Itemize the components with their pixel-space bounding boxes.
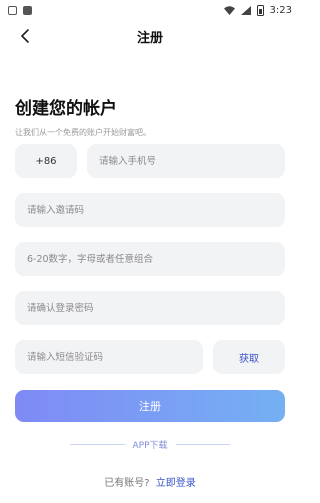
- invite-field-wrap: [15, 193, 285, 227]
- confirm-password-input[interactable]: [15, 291, 285, 325]
- divider-right: [175, 444, 231, 445]
- chevron-left-icon: [21, 29, 29, 43]
- password-row: [15, 242, 285, 276]
- login-prompt-row: 已有账号? 立即登录: [0, 474, 300, 489]
- status-bar: 3:23: [0, 0, 300, 20]
- register-button-label: 注册: [139, 400, 161, 413]
- invite-code-input[interactable]: [15, 193, 285, 227]
- get-code-label: 获取: [239, 353, 259, 365]
- phone-row: +86: [15, 144, 285, 178]
- country-code-label: +86: [35, 155, 57, 167]
- app-download-row: APP下载: [70, 438, 231, 451]
- status-time: 3:23: [269, 4, 292, 16]
- battery-icon: [256, 4, 264, 16]
- app-download-link[interactable]: APP下载: [133, 438, 168, 451]
- wifi-icon: [223, 5, 235, 15]
- page-title: 注册: [136, 30, 163, 46]
- form-heading: 创建您的帐户: [15, 99, 117, 119]
- phone-input[interactable]: [87, 144, 285, 178]
- login-link[interactable]: 立即登录: [156, 478, 196, 489]
- register-button[interactable]: 注册: [15, 390, 285, 422]
- notification-icon: [8, 5, 17, 15]
- nav-bar: 注册: [0, 20, 300, 52]
- signal-icon: [240, 5, 251, 15]
- password-field-wrap: [15, 242, 285, 276]
- sms-field-wrap: [15, 340, 203, 374]
- sms-code-input[interactable]: [15, 340, 203, 374]
- password-input[interactable]: [15, 242, 285, 276]
- country-code-selector[interactable]: +86: [15, 144, 77, 178]
- back-button[interactable]: [14, 25, 36, 47]
- confirm-field-wrap: [15, 291, 285, 325]
- sms-row: 获取: [15, 340, 285, 374]
- divider-left: [70, 444, 125, 445]
- confirm-row: [15, 291, 285, 325]
- invite-row: [15, 193, 285, 227]
- phone-field-wrap: [87, 144, 285, 178]
- app-icon: [23, 5, 32, 15]
- login-prompt-text: 已有账号?: [104, 478, 150, 489]
- form-subheading: 让我们从一个免费的账户开始财富吧。: [15, 128, 151, 137]
- get-code-button[interactable]: 获取: [213, 340, 285, 374]
